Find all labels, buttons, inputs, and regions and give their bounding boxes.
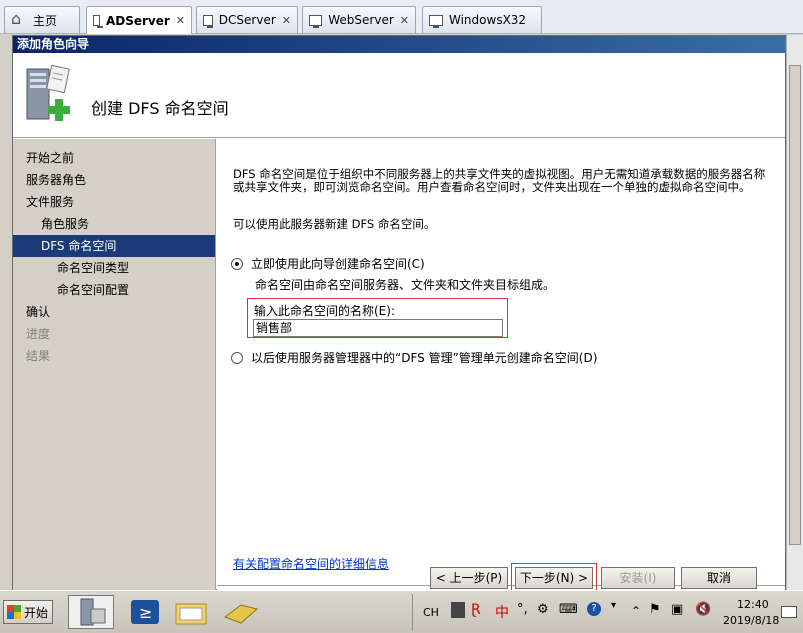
ime-icon[interactable]: Ɽ: [471, 602, 481, 618]
back-button[interactable]: < 上一步(P): [430, 567, 508, 589]
help-icon[interactable]: ?: [587, 602, 601, 616]
keyboard-icon[interactable]: [451, 602, 465, 618]
nav-item-file-services[interactable]: 文件服务: [13, 191, 215, 213]
volume-muted-icon[interactable]: 🔇: [695, 602, 711, 617]
help-link[interactable]: 有关配置命名空间的详细信息: [233, 555, 389, 572]
punctuation-icon[interactable]: °,: [517, 602, 528, 617]
network-icon[interactable]: ▣: [671, 602, 683, 617]
wizard-nav: 开始之前 服务器角色 文件服务 角色服务 DFS 命名空间 命名空间类型 命名空…: [13, 139, 216, 591]
wizard-content: DFS 命名空间是位于组织中不同服务器上的共享文件夹的虚拟视图。用户无需知道承载…: [217, 139, 785, 591]
can-create-text: 可以使用此服务器新建 DFS 命名空间。: [233, 217, 436, 231]
taskbar: 开始 ≥ CH Ɽ 中 °, ⚙ ⌨ ? ▾ ⌃ ⚑ ▣ 🔇 12:40 201…: [0, 590, 803, 633]
server-manager-icon[interactable]: [68, 595, 114, 629]
nav-item-results: 结果: [26, 349, 51, 363]
nav-item-dfs-namespace[interactable]: DFS 命名空间: [13, 235, 215, 257]
nav-item-confirmation[interactable]: 确认: [13, 301, 215, 323]
explorer-icon[interactable]: [168, 595, 214, 629]
server-add-icon: [26, 64, 70, 121]
settings-icon[interactable]: ⚙: [537, 602, 549, 617]
namespace-name-input[interactable]: 销售部: [253, 319, 503, 337]
action-center-icon[interactable]: ⚑: [649, 602, 661, 617]
show-desktop-icon[interactable]: [781, 606, 797, 618]
start-button[interactable]: 开始: [3, 600, 53, 624]
install-button: 安装(I): [601, 567, 675, 589]
option-create-now-row[interactable]: 立即使用此向导创建命名空间(C): [231, 255, 425, 272]
scrollbar-thumb[interactable]: [789, 65, 801, 545]
tray-menu-icon[interactable]: ▾: [611, 600, 616, 611]
description-text: DFS 命名空间是位于组织中不同服务器上的共享文件夹的虚拟视图。用户无需知道承载…: [233, 167, 766, 194]
close-icon[interactable]: ✕: [282, 14, 291, 27]
nav-item-role-services[interactable]: 角色服务: [13, 213, 215, 235]
nav-item-progress: 进度: [26, 327, 51, 341]
close-icon[interactable]: ✕: [400, 14, 409, 27]
language-indicator[interactable]: CH: [423, 606, 439, 619]
clock-time[interactable]: 12:40: [737, 598, 769, 611]
vertical-scrollbar[interactable]: [786, 35, 803, 590]
nav-item-namespace-type[interactable]: 命名空间类型: [13, 257, 215, 279]
tab-windowsx32[interactable]: WindowsX32: [422, 6, 542, 33]
close-icon[interactable]: ✕: [176, 14, 185, 27]
cancel-button[interactable]: 取消: [681, 567, 757, 589]
page-title: 创建 DFS 命名空间: [91, 99, 229, 118]
add-roles-wizard-window: 添加角色向导 创建 DFS 命名空间 开始之前 服务器角色 文件服务 角色服务 …: [12, 35, 786, 591]
wizard-banner: 创建 DFS 命名空间: [13, 53, 785, 138]
expand-tray-icon[interactable]: ⌃: [631, 604, 641, 618]
vm-icon: [429, 14, 443, 28]
windows-flag-icon: [7, 605, 21, 619]
nav-item-namespace-config[interactable]: 命名空间配置: [13, 279, 215, 301]
tab-strip: 主页 ADServer ✕ DCServer ✕ WebServer ✕ Win…: [0, 0, 803, 34]
tools-icon[interactable]: [218, 595, 264, 629]
option-create-later-row[interactable]: 以后使用服务器管理器中的“DFS 管理”管理单元创建命名空间(D): [231, 349, 597, 366]
namespace-name-group: 输入此命名空间的名称(E): 销售部: [247, 298, 508, 338]
window-title: 添加角色向导: [13, 36, 785, 53]
vm-icon: [203, 14, 213, 28]
ime-mode[interactable]: 中: [495, 602, 509, 622]
start-label: 开始: [24, 605, 49, 620]
option-create-later-label: 以后使用服务器管理器中的“DFS 管理”管理单元创建命名空间(D): [251, 351, 598, 365]
powershell-icon[interactable]: ≥: [122, 595, 168, 629]
tab-label: DCServer: [218, 13, 276, 27]
system-tray: CH Ɽ 中 °, ⚙ ⌨ ? ▾ ⌃ ⚑ ▣ 🔇 12:40 2019/8/1…: [412, 594, 803, 631]
radio-create-now[interactable]: [231, 257, 243, 270]
home-icon: [11, 9, 27, 28]
tab-home[interactable]: 主页: [4, 6, 80, 33]
option-create-now-label: 立即使用此向导创建命名空间(C): [251, 257, 425, 271]
tab-label: ADServer: [105, 13, 170, 28]
vm-icon: [93, 15, 103, 28]
nav-item-before-you-begin[interactable]: 开始之前: [13, 147, 215, 169]
namespace-name-label: 输入此命名空间的名称(E):: [254, 304, 395, 318]
softkeyboard-icon[interactable]: ⌨: [559, 602, 578, 617]
tab-dcserver[interactable]: DCServer ✕: [196, 6, 298, 33]
vm-icon: [309, 14, 323, 28]
tab-label: WindowsX32: [449, 13, 527, 27]
nav-item-server-roles[interactable]: 服务器角色: [13, 169, 215, 191]
next-button[interactable]: 下一步(N) >: [511, 563, 597, 593]
tab-webserver[interactable]: WebServer ✕: [302, 6, 416, 33]
option-create-now-note: 命名空间由命名空间服务器、文件夹和文件夹目标组成。: [255, 278, 556, 292]
clock-date[interactable]: 2019/8/18: [723, 614, 779, 627]
tab-adserver[interactable]: ADServer ✕: [86, 6, 192, 34]
tab-label: 主页: [33, 13, 58, 28]
svg-text:≥: ≥: [139, 603, 152, 622]
tab-label: WebServer: [328, 13, 394, 27]
radio-create-later[interactable]: [231, 351, 243, 364]
